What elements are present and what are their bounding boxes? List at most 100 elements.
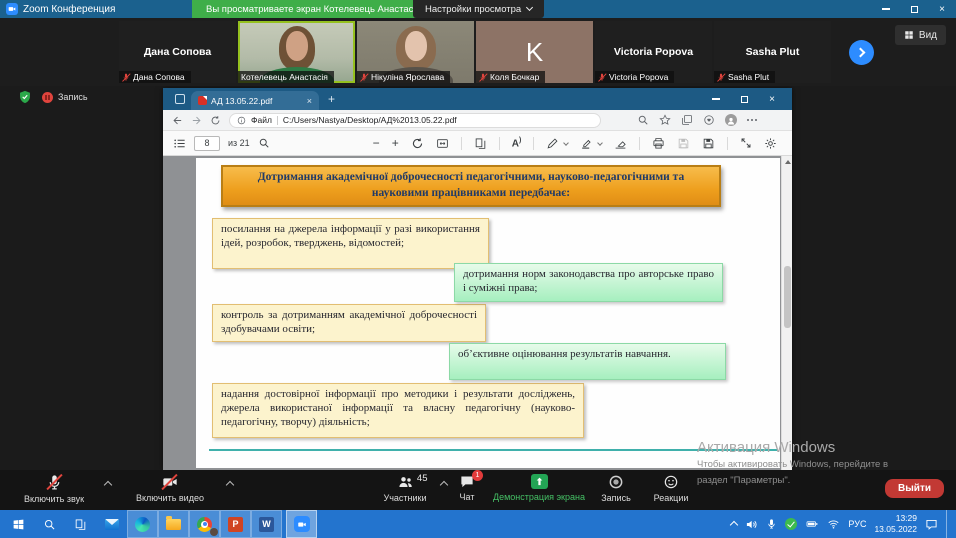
zoom-app-taskbar-icon[interactable] — [286, 510, 317, 538]
participants-options-chevron[interactable] — [440, 481, 448, 489]
browser-essentials-icon[interactable] — [703, 114, 715, 126]
tab-close-icon[interactable]: × — [307, 96, 312, 106]
url-divider — [277, 116, 278, 125]
tray-mic-icon[interactable] — [766, 518, 777, 530]
table-of-contents-icon[interactable] — [173, 137, 186, 150]
participants-button[interactable]: 45 Участники — [372, 474, 438, 503]
pen-dropdown-icon[interactable] — [563, 140, 569, 146]
share-screen-label: Демонстрация экрана — [493, 492, 585, 502]
browser-menu-icon[interactable] — [747, 119, 757, 121]
save-icon[interactable] — [677, 137, 690, 150]
share-screen-icon — [531, 474, 548, 489]
mail-app-icon[interactable] — [96, 510, 127, 538]
notification-center-icon[interactable] — [925, 518, 938, 531]
show-desktop-button[interactable] — [946, 510, 951, 538]
pdf-search-icon[interactable] — [258, 137, 270, 149]
leave-meeting-button[interactable]: Выйти — [885, 479, 944, 498]
save-as-icon[interactable] — [702, 137, 715, 150]
participant-label-text: Коля Бочкар — [490, 72, 539, 82]
read-aloud-icon[interactable]: A) — [512, 137, 522, 149]
pdf-scrollbar[interactable] — [781, 156, 792, 470]
reactions-button[interactable]: Реакции — [646, 474, 696, 503]
print-icon[interactable] — [652, 137, 665, 150]
taskbar-search-button[interactable] — [34, 510, 65, 538]
favorites-star-icon[interactable] — [659, 114, 671, 126]
url-field[interactable]: Файл C:/Users/Nastya/Desktop/АД%2013.05.… — [229, 113, 601, 128]
pdf-settings-gear-icon[interactable] — [764, 137, 777, 150]
fullscreen-icon[interactable] — [740, 137, 752, 149]
next-participants-button[interactable] — [849, 40, 874, 65]
browser-maximize-button[interactable] — [730, 88, 758, 110]
browser-minimize-button[interactable] — [702, 88, 730, 110]
highlighter-icon[interactable] — [580, 137, 593, 150]
security-shield-icon[interactable] — [18, 90, 32, 104]
start-button[interactable] — [3, 510, 34, 538]
maximize-button[interactable] — [900, 0, 928, 18]
record-button[interactable]: Запись — [592, 474, 640, 503]
file-info-icon[interactable] — [237, 116, 246, 125]
participant-tile[interactable]: K Коля Бочкар — [476, 21, 593, 83]
taskbar-clock[interactable]: 13:29 13.05.2022 — [874, 513, 917, 534]
task-view-button[interactable] — [65, 510, 96, 538]
new-tab-button[interactable]: + — [328, 92, 335, 106]
back-icon[interactable] — [172, 115, 183, 126]
close-button[interactable]: × — [928, 0, 956, 18]
chat-badge: 1 — [472, 470, 483, 481]
chat-button[interactable]: 1 Чат — [448, 474, 486, 502]
hidden-icons-chevron[interactable] — [730, 521, 738, 529]
fit-to-width-icon[interactable] — [436, 137, 449, 150]
zoom-out-icon[interactable]: − — [373, 137, 380, 149]
participant-name-label: Нікуліна Ярослава — [357, 71, 450, 83]
antivirus-shield-icon[interactable] — [785, 518, 797, 530]
highlighter-dropdown-icon[interactable] — [597, 140, 603, 146]
participant-name-label: Victoria Popova — [595, 71, 674, 83]
browser-close-button[interactable]: × — [758, 88, 786, 110]
share-screen-button[interactable]: Демонстрация экрана — [487, 474, 591, 502]
language-indicator[interactable]: РУС — [848, 519, 866, 529]
muted-mic-icon — [46, 474, 63, 491]
tab-actions-icon[interactable] — [175, 94, 185, 104]
toolbar-divider — [639, 137, 640, 150]
eraser-icon[interactable] — [614, 137, 627, 150]
zoom-in-icon[interactable]: + — [392, 137, 399, 149]
pdf-viewport[interactable]: Дотримання академічної доброчесності пед… — [163, 156, 781, 470]
view-layout-button[interactable]: Вид — [895, 25, 946, 45]
collections-icon[interactable] — [681, 114, 693, 126]
wifi-icon[interactable] — [827, 518, 840, 530]
participant-tile[interactable]: Нікуліна Ярослава — [357, 21, 474, 83]
battery-icon[interactable] — [805, 518, 819, 530]
zoom-level-icon[interactable] — [637, 114, 649, 126]
view-settings-dropdown[interactable]: Настройки просмотра — [413, 0, 544, 18]
page-number-input[interactable]: 8 — [194, 136, 220, 151]
participant-tile[interactable]: Sasha Plut Sasha Plut — [714, 21, 831, 83]
minimize-button[interactable] — [872, 0, 900, 18]
recording-indicator-icon[interactable] — [42, 92, 53, 103]
powerpoint-app-icon[interactable]: P — [220, 510, 251, 538]
forward-icon[interactable] — [191, 115, 202, 126]
scroll-up-arrow[interactable] — [785, 160, 791, 164]
file-explorer-app-icon[interactable] — [158, 510, 189, 538]
chrome-app-icon[interactable] — [189, 510, 220, 538]
edge-app-icon[interactable] — [127, 510, 158, 538]
participant-label-text: Котелевець Анастасія — [241, 72, 328, 82]
start-video-button[interactable]: Включить видео — [118, 474, 222, 503]
word-app-icon[interactable]: W — [251, 510, 282, 538]
participant-label-text: Victoria Popova — [609, 72, 668, 82]
participant-label-text: Sasha Plut — [728, 72, 769, 82]
volume-icon[interactable] — [745, 518, 758, 531]
browser-tab[interactable]: АД 13.05.22.pdf × — [191, 91, 319, 110]
page-view-icon[interactable] — [474, 137, 487, 150]
video-options-chevron[interactable] — [226, 481, 234, 489]
scrollbar-thumb[interactable] — [784, 266, 791, 328]
profile-avatar[interactable] — [725, 114, 737, 126]
audio-options-chevron[interactable] — [104, 481, 112, 489]
participant-tile-active-speaker[interactable]: Котелевець Анастасія — [238, 21, 355, 83]
draw-pen-icon[interactable] — [546, 137, 559, 150]
window-controls: × — [872, 0, 956, 18]
participant-tile[interactable]: Victoria Popova Victoria Popova — [595, 21, 712, 83]
participant-tile[interactable]: Дана Сопова Дана Сопова — [119, 21, 236, 83]
slide-box-yellow-3: надання достовірної інформації про метод… — [212, 383, 584, 438]
unmute-button[interactable]: Включить звук — [6, 474, 102, 504]
zoom-reset-icon[interactable] — [411, 137, 424, 150]
refresh-icon[interactable] — [210, 115, 221, 126]
